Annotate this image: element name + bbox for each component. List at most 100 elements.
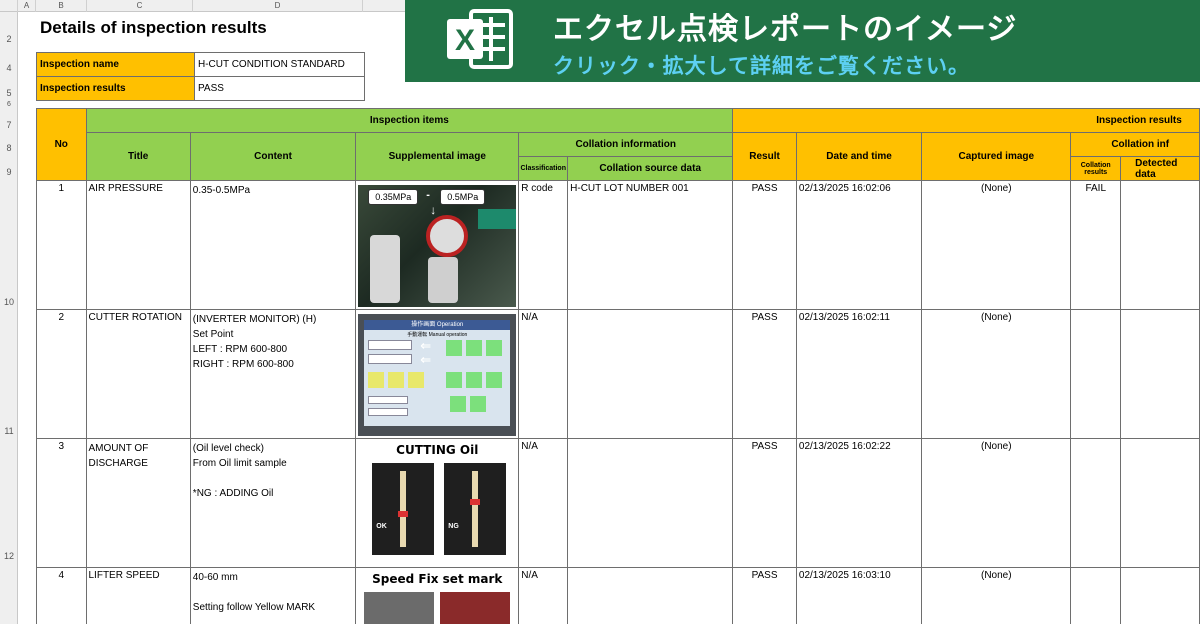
column-header[interactable]: A bbox=[18, 0, 36, 12]
page-title: Details of inspection results bbox=[40, 18, 267, 37]
header-content[interactable]: Content bbox=[189, 132, 357, 181]
speed-fix-image: Speed Fix set mark bbox=[358, 572, 517, 624]
row-header[interactable]: 2 bbox=[0, 34, 18, 44]
row-datetime: 02/13/2025 16:02:22 bbox=[795, 438, 923, 568]
header-supplemental-image[interactable]: Supplemental image bbox=[355, 132, 520, 181]
table-row[interactable]: 3 AMOUNT OF DISCHARGE (Oil level check) … bbox=[36, 438, 1200, 568]
row-detected-data bbox=[1120, 438, 1200, 568]
inspection-name-label[interactable]: Inspection name bbox=[36, 52, 195, 77]
row-detected-data bbox=[1120, 567, 1200, 624]
header-collation-source-data[interactable]: Collation source data bbox=[567, 156, 734, 181]
speed-fix-caption: Speed Fix set mark bbox=[372, 572, 503, 586]
row-classification: N/A bbox=[518, 309, 569, 439]
header-inspection-results[interactable]: Inspection results bbox=[732, 108, 1200, 133]
row-title: AMOUNT OF DISCHARGE bbox=[85, 438, 191, 568]
row-header[interactable]: 6 bbox=[0, 101, 18, 108]
row-title: LIFTER SPEED bbox=[85, 567, 191, 624]
row-collation-result bbox=[1070, 438, 1122, 568]
row-result: PASS bbox=[732, 567, 797, 624]
cutting-oil-image: CUTTING Oil OK NG bbox=[358, 443, 517, 565]
row-title: AIR PRESSURE bbox=[85, 180, 191, 310]
inspection-info-table: Inspection name H-CUT CONDITION STANDARD… bbox=[36, 52, 365, 101]
row-header[interactable]: 10 bbox=[0, 297, 18, 307]
row-supplemental-image[interactable]: 0.35MPa - 0.5MPa ↓ bbox=[355, 180, 520, 310]
inspection-results-label[interactable]: Inspection results bbox=[36, 76, 195, 101]
row-supplemental-image[interactable]: 操作画面 Operation 手動運転 Manual operation ⇐ ⇐ bbox=[355, 309, 520, 439]
banner-title: エクセル点検レポートのイメージ bbox=[553, 12, 1018, 47]
row-header[interactable]: 8 bbox=[0, 143, 18, 153]
row-captured-image: (None) bbox=[921, 438, 1072, 568]
panel-subheader: 手動運転 Manual operation bbox=[407, 332, 468, 338]
panel-header: 操作画面 Operation bbox=[364, 320, 511, 330]
row-collation-result bbox=[1070, 309, 1122, 439]
row-header[interactable]: 7 bbox=[0, 120, 18, 130]
row-collation-result: FAIL bbox=[1070, 180, 1122, 310]
row-content: 40-60 mm Setting follow Yellow MARK bbox=[189, 567, 357, 624]
row-collation-source bbox=[567, 567, 734, 624]
row-result: PASS bbox=[732, 309, 797, 439]
row-header[interactable]: 12 bbox=[0, 551, 18, 561]
row-header[interactable]: 9 bbox=[0, 167, 18, 177]
row-header[interactable]: 4 bbox=[0, 63, 18, 73]
row-captured-image: (None) bbox=[921, 567, 1072, 624]
air-pressure-gauge-image: 0.35MPa - 0.5MPa ↓ bbox=[358, 185, 517, 307]
row-detected-data bbox=[1120, 180, 1200, 310]
row-datetime: 02/13/2025 16:03:10 bbox=[795, 567, 923, 624]
select-all-corner[interactable] bbox=[0, 0, 18, 12]
header-collation-results[interactable]: Collation results bbox=[1070, 156, 1122, 181]
inspection-results-value[interactable]: PASS bbox=[194, 76, 365, 101]
header-detected-data[interactable]: Detected data bbox=[1120, 156, 1200, 181]
cutting-oil-caption: CUTTING Oil bbox=[396, 443, 479, 457]
row-collation-source bbox=[567, 309, 734, 439]
inverter-panel-image: 操作画面 Operation 手動運転 Manual operation ⇐ ⇐ bbox=[358, 314, 517, 436]
column-header[interactable]: D bbox=[193, 0, 363, 12]
row-collation-source bbox=[567, 438, 734, 568]
ok-label: OK bbox=[376, 523, 387, 530]
table-row[interactable]: 4 LIFTER SPEED 40-60 mm Setting follow Y… bbox=[36, 567, 1200, 624]
header-no[interactable]: No bbox=[36, 108, 87, 181]
header-classification[interactable]: Classification bbox=[518, 156, 569, 181]
row-captured-image: (None) bbox=[921, 180, 1072, 310]
column-header[interactable]: B bbox=[36, 0, 87, 12]
table-row[interactable]: 1 AIR PRESSURE 0.35-0.5MPa 0.35MPa - 0.5… bbox=[36, 180, 1200, 310]
row-no: 4 bbox=[36, 567, 87, 624]
excel-icon: X bbox=[447, 9, 513, 69]
row-datetime: 02/13/2025 16:02:11 bbox=[795, 309, 923, 439]
pressure-range-dash: - bbox=[426, 189, 430, 201]
header-date-time[interactable]: Date and time bbox=[795, 132, 923, 181]
min-pressure-label: 0.35MPa bbox=[368, 189, 419, 205]
table-row[interactable]: 2 CUTTER ROTATION (INVERTER MONITOR) (H)… bbox=[36, 309, 1200, 439]
row-datetime: 02/13/2025 16:02:06 bbox=[795, 180, 923, 310]
row-classification: R code bbox=[518, 180, 569, 310]
column-header[interactable]: C bbox=[87, 0, 193, 12]
header-inspection-items[interactable]: Inspection items bbox=[85, 108, 734, 133]
row-collation-result bbox=[1070, 567, 1122, 624]
row-title: CUTTER ROTATION bbox=[85, 309, 191, 439]
excel-report-banner[interactable]: X エクセル点検レポートのイメージ クリック・拡大して詳細をご覧ください。 bbox=[405, 0, 1200, 82]
row-content: (Oil level check) From Oil limit sample … bbox=[189, 438, 357, 568]
row-header-bar: 2 4 5 6 7 8 9 10 11 12 bbox=[0, 12, 18, 624]
arrow-down-icon: ↓ bbox=[430, 203, 437, 217]
header-result[interactable]: Result bbox=[732, 132, 797, 181]
header-title[interactable]: Title bbox=[85, 132, 191, 181]
header-collation-info-2[interactable]: Collation inf bbox=[1070, 132, 1200, 157]
row-header[interactable]: 11 bbox=[0, 426, 18, 436]
row-supplemental-image[interactable]: CUTTING Oil OK NG bbox=[355, 438, 520, 568]
row-no: 2 bbox=[36, 309, 87, 439]
row-content: 0.35-0.5MPa bbox=[189, 180, 357, 310]
row-result: PASS bbox=[732, 180, 797, 310]
row-captured-image: (None) bbox=[921, 309, 1072, 439]
header-collation-information[interactable]: Collation information bbox=[518, 132, 734, 157]
row-detected-data bbox=[1120, 309, 1200, 439]
row-result: PASS bbox=[732, 438, 797, 568]
max-pressure-label: 0.5MPa bbox=[440, 189, 486, 205]
row-header[interactable]: 5 bbox=[0, 88, 18, 98]
ng-label: NG bbox=[448, 523, 459, 530]
inspection-name-value[interactable]: H-CUT CONDITION STANDARD bbox=[194, 52, 365, 77]
row-supplemental-image[interactable]: Speed Fix set mark bbox=[355, 567, 520, 624]
row-content: (INVERTER MONITOR) (H) Set Point LEFT : … bbox=[189, 309, 357, 439]
header-captured-image[interactable]: Captured image bbox=[921, 132, 1072, 181]
row-classification: N/A bbox=[518, 567, 569, 624]
excel-logo-letter: X bbox=[455, 24, 475, 57]
row-classification: N/A bbox=[518, 438, 569, 568]
